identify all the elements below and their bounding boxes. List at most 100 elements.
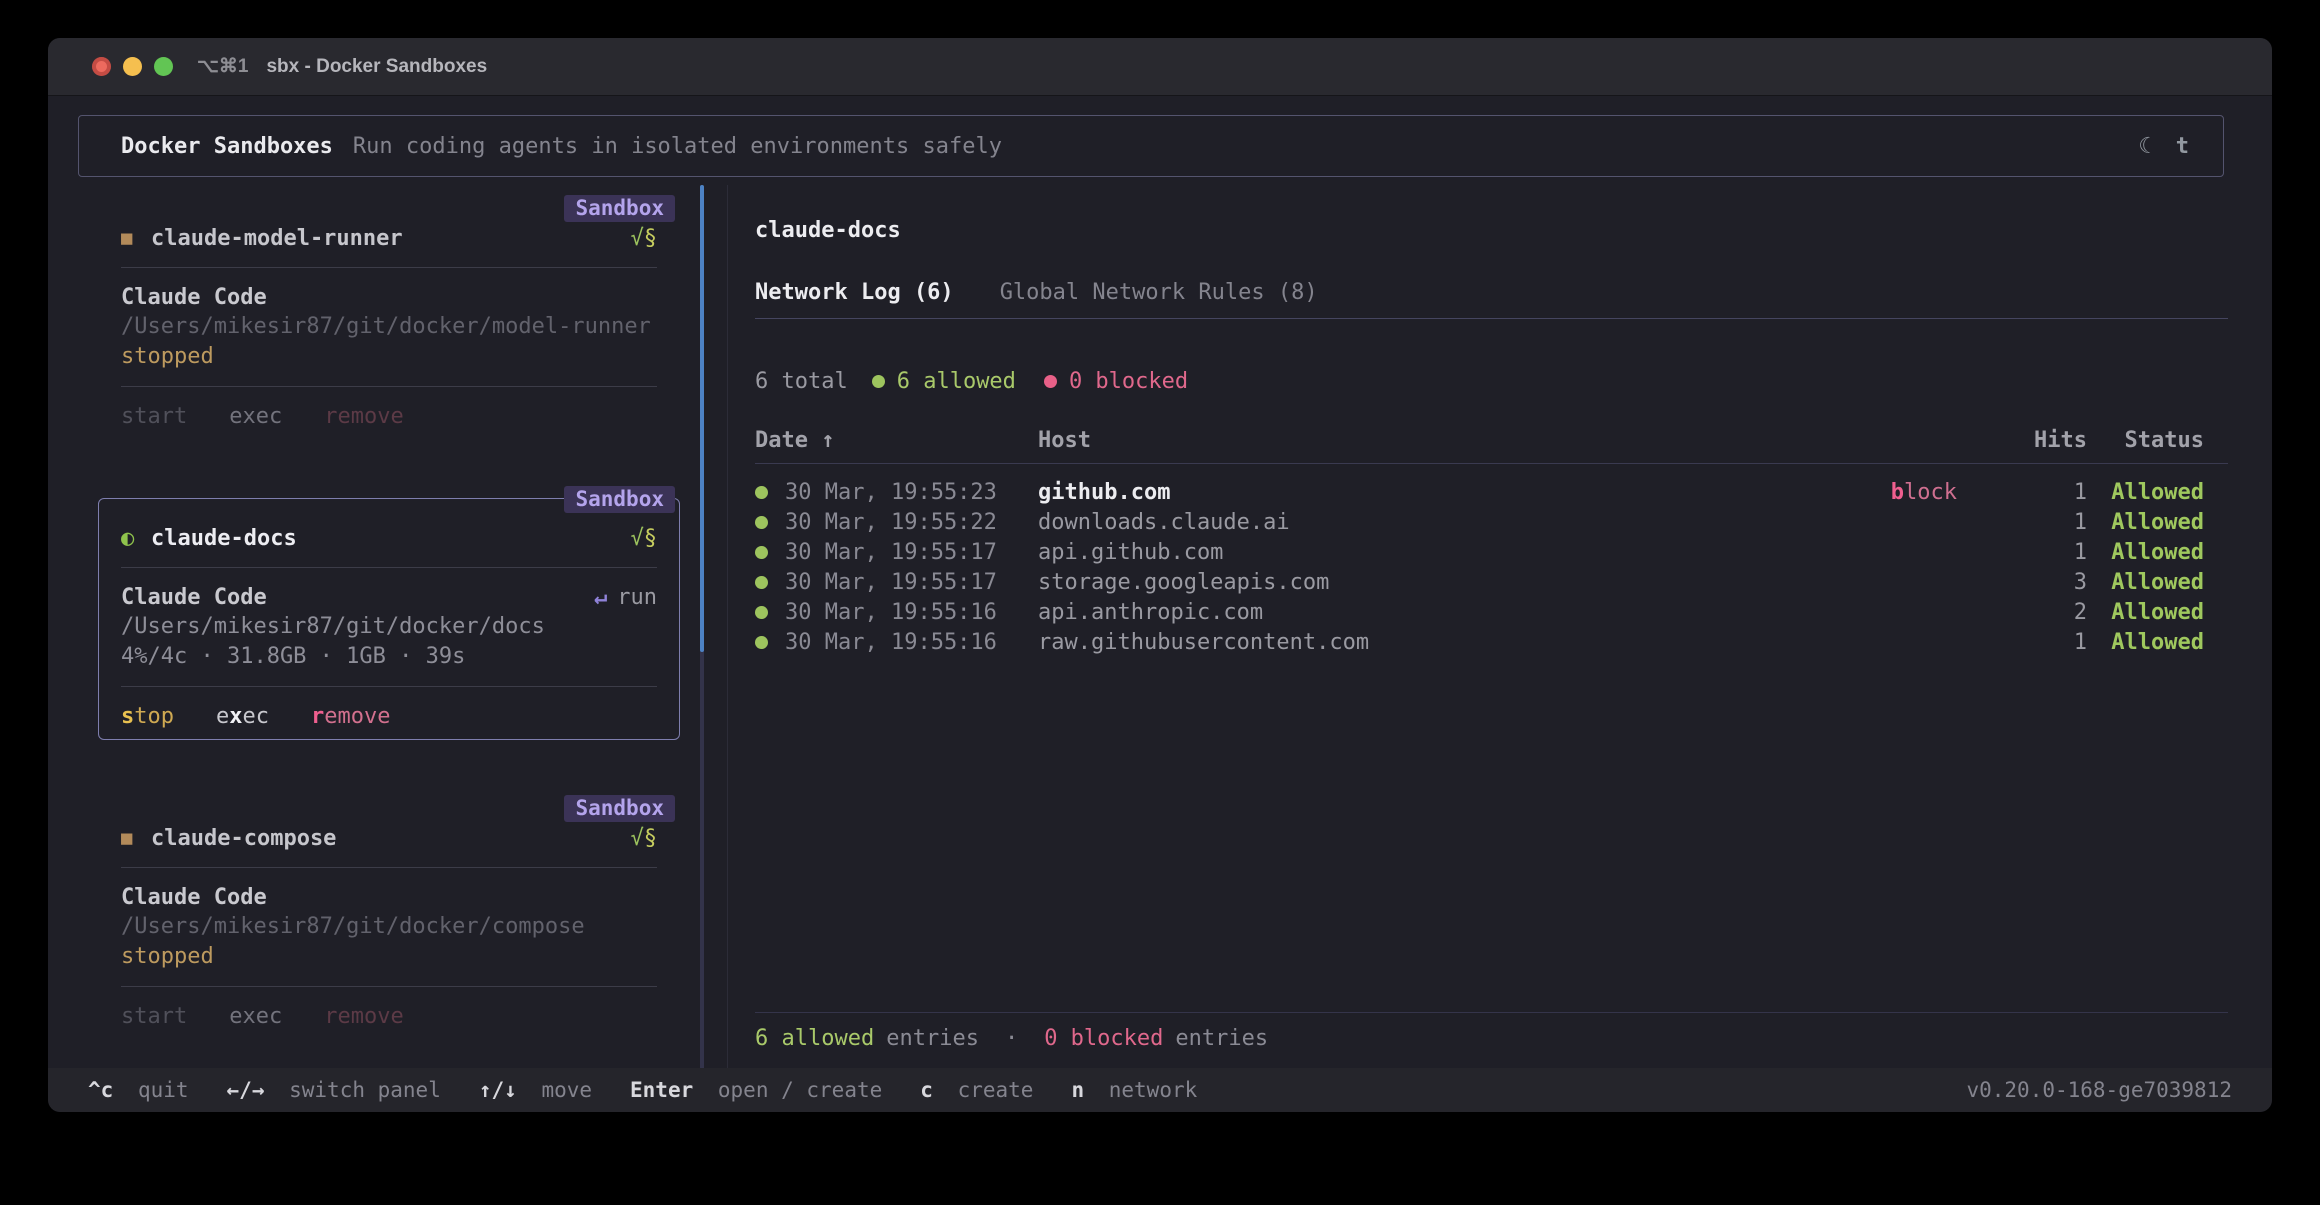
keybinding-label: switch panel	[289, 1078, 441, 1102]
column-date-sort[interactable]: Date ↑	[755, 428, 1038, 453]
status-bar: ^c quit ←/→ switch panel ↑/↓ move Enter …	[48, 1068, 2272, 1112]
column-hits[interactable]: Hits	[1957, 428, 2087, 453]
row-date: 30 Mar, 19:55:23	[785, 480, 1038, 505]
sandbox-name: claude-compose	[151, 826, 336, 851]
card-divider	[121, 686, 657, 687]
table-row[interactable]: 30 Mar, 19:55:17 storage.googleapis.com …	[755, 567, 2204, 597]
row-date: 30 Mar, 19:55:17	[785, 540, 1038, 565]
allowed-dot-icon	[755, 636, 768, 649]
row-status: Allowed	[2087, 600, 2204, 625]
check-indicator-icon: √	[631, 226, 644, 251]
exec-action[interactable]: exec	[216, 704, 269, 729]
row-host: api.anthropic.com	[1038, 600, 1263, 625]
titlebar: ⌥⌘1 sbx - Docker Sandboxes	[48, 38, 2272, 96]
start-action[interactable]: start	[121, 404, 187, 429]
allowed-dot-icon	[872, 375, 885, 388]
run-hint-label: run	[617, 585, 657, 610]
minimize-window-icon[interactable]	[123, 57, 142, 76]
sandbox-name: claude-model-runner	[151, 226, 403, 251]
column-host[interactable]: Host	[1038, 428, 1957, 453]
keybinding-label: quit	[138, 1078, 189, 1102]
panel-scrollbar-track[interactable]	[700, 185, 704, 1080]
sandbox-type-badge: Sandbox	[564, 486, 675, 513]
keybinding-hint: n network	[1071, 1078, 1197, 1102]
exec-action[interactable]: exec	[229, 1004, 282, 1029]
remove-action[interactable]: remove	[324, 1004, 403, 1029]
section-indicator-icon: §	[644, 226, 657, 251]
table-row[interactable]: 30 Mar, 19:55:22 downloads.claude.ai 1 A…	[755, 507, 2204, 537]
table-row[interactable]: 30 Mar, 19:55:23 github.com block 1 Allo…	[755, 477, 2204, 507]
close-window-icon[interactable]	[92, 57, 111, 76]
zoom-window-icon[interactable]	[154, 57, 173, 76]
stop-action[interactable]: stop	[121, 704, 174, 729]
table-row[interactable]: 30 Mar, 19:55:17 api.github.com 1 Allowe…	[755, 537, 2204, 567]
tab-shortcut: ⌥⌘1	[197, 55, 248, 78]
check-indicator-icon: √	[631, 526, 644, 551]
enter-key-icon: ↵	[594, 585, 607, 610]
agent-name: Claude Code	[121, 285, 267, 310]
app-content: Docker Sandboxes Run coding agents in is…	[48, 96, 2272, 1112]
card-divider	[121, 267, 657, 268]
allowed-dot-icon	[755, 516, 768, 529]
row-date: 30 Mar, 19:55:22	[785, 510, 1038, 535]
row-hits: 1	[1957, 630, 2087, 655]
sandbox-card-claude-model-runner[interactable]: Sandbox ■ claude-model-runner √§ Claude …	[98, 192, 680, 434]
row-hits: 1	[1957, 480, 2087, 505]
allowed-dot-icon	[755, 606, 768, 619]
card-divider	[121, 386, 657, 387]
run-hint[interactable]: ↵ run	[594, 585, 657, 610]
tab-global-network-rules[interactable]: Global Network Rules (8)	[1000, 280, 1318, 305]
traffic-summary: 6 total 6 allowed 0 blocked	[755, 361, 1188, 401]
allowed-dot-icon	[755, 576, 768, 589]
running-status-icon: ◐	[121, 526, 151, 551]
exec-action[interactable]: exec	[229, 404, 282, 429]
card-divider	[121, 567, 657, 568]
column-status[interactable]: Status	[2087, 428, 2204, 453]
table-row[interactable]: 30 Mar, 19:55:16 raw.githubusercontent.c…	[755, 627, 2204, 657]
stopped-status-icon: ■	[121, 227, 151, 249]
start-action[interactable]: start	[121, 1004, 187, 1029]
app-name: Docker Sandboxes	[121, 134, 333, 159]
row-host: raw.githubusercontent.com	[1038, 630, 1369, 655]
table-header-divider	[755, 463, 2228, 464]
remove-action[interactable]: remove	[311, 704, 390, 729]
row-status: Allowed	[2087, 630, 2204, 655]
agent-name: Claude Code	[121, 585, 267, 610]
app-window: ⌥⌘1 sbx - Docker Sandboxes Docker Sandbo…	[48, 38, 2272, 1112]
table-row[interactable]: 30 Mar, 19:55:16 api.anthropic.com 2 All…	[755, 597, 2204, 627]
keybinding-label: move	[541, 1078, 592, 1102]
detail-tabs: Network Log (6) Global Network Rules (8)	[755, 272, 1318, 312]
tabs-divider	[755, 318, 2228, 319]
stopped-status-icon: ■	[121, 827, 151, 849]
row-date: 30 Mar, 19:55:16	[785, 630, 1038, 655]
keybinding-hint: ←/→ switch panel	[227, 1078, 441, 1102]
keybinding-key: c	[920, 1078, 933, 1102]
blocked-dot-icon	[1044, 375, 1057, 388]
version-label: v0.20.0-168-ge7039812	[1966, 1078, 2232, 1102]
detail-panel: claude-docs Network Log (6) Global Netwo…	[755, 96, 2228, 1112]
sandbox-card-claude-docs[interactable]: Sandbox ◐ claude-docs √§ Claude Code ↵ru…	[98, 498, 680, 740]
keybinding-label: open / create	[718, 1078, 882, 1102]
keybinding-key: ←/→	[227, 1078, 265, 1102]
row-status: Allowed	[2087, 480, 2204, 505]
footer-blocked-count: 0 blocked	[1044, 1026, 1163, 1051]
panel-divider	[727, 185, 728, 1080]
row-host: downloads.claude.ai	[1038, 510, 1290, 535]
sandbox-card-claude-compose[interactable]: Sandbox ■ claude-compose √§ Claude Code …	[98, 792, 680, 1034]
allowed-dot-icon	[755, 546, 768, 559]
keybinding-hint: ↑/↓ move	[479, 1078, 592, 1102]
card-divider	[121, 867, 657, 868]
row-host: github.com	[1038, 480, 1170, 505]
table-header: Date ↑ Host Hits Status	[755, 420, 2204, 460]
sandbox-stats: 4%/4c · 31.8GB · 1GB · 39s	[121, 642, 657, 672]
block-action-hint[interactable]: block	[1891, 480, 1957, 505]
row-hits: 2	[1957, 600, 2087, 625]
keybinding-hints: ^c quit ←/→ switch panel ↑/↓ move Enter …	[88, 1078, 1235, 1102]
sandbox-status: stopped	[121, 942, 657, 972]
table-footer: 6 allowed entries · 0 blocked entries	[755, 1018, 1268, 1058]
tab-network-log[interactable]: Network Log (6)	[755, 280, 954, 305]
row-date: 30 Mar, 19:55:17	[785, 570, 1038, 595]
remove-action[interactable]: remove	[324, 404, 403, 429]
panel-scrollbar-thumb[interactable]	[700, 185, 704, 652]
keybinding-label: create	[958, 1078, 1034, 1102]
